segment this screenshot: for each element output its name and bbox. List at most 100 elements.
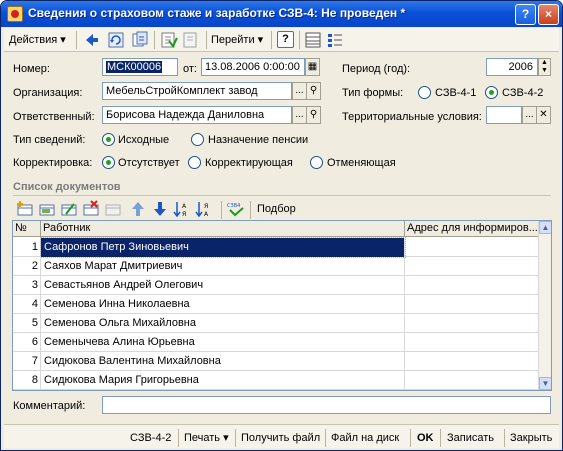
address-cell[interactable]	[405, 371, 539, 390]
address-cell[interactable]	[405, 352, 539, 371]
fill-szv4-icon[interactable]: СЗВ4	[227, 200, 245, 218]
comment-field[interactable]	[102, 396, 551, 414]
employee-cell[interactable]: Севастьянов Андрей Олегович	[41, 276, 405, 295]
table-scrollbar[interactable]: ▲ ▼	[538, 221, 551, 390]
print-menu[interactable]: Печать ▾	[184, 430, 229, 446]
form-type-option-2: СЗВ-4-2	[502, 87, 544, 99]
table-row[interactable]: 3 Севастьянов Андрей Олегович	[13, 276, 539, 295]
period-field[interactable]: 2006	[486, 58, 538, 76]
responsible-field[interactable]: Борисова Надежда Даниловна	[102, 106, 292, 124]
pick-button[interactable]: Подбор	[257, 203, 296, 215]
edit-row-icon[interactable]	[60, 200, 78, 218]
refresh-icon[interactable]	[107, 31, 125, 49]
save-button[interactable]: Записать	[447, 430, 494, 446]
end-edit-icon[interactable]	[104, 200, 122, 218]
copy-row-icon[interactable]	[38, 200, 56, 218]
scroll-down-icon[interactable]: ▼	[539, 377, 551, 390]
calendar-icon[interactable]: ▦	[305, 58, 320, 76]
territorial-field[interactable]	[486, 106, 522, 124]
title-close-button[interactable]: ×	[538, 4, 559, 25]
settings-list-icon[interactable]	[326, 31, 344, 49]
go-back-icon[interactable]	[83, 31, 101, 49]
info-type-label: Тип сведений:	[13, 134, 86, 146]
row-number-cell: 6	[13, 333, 41, 352]
row-number-cell: 1	[13, 238, 41, 257]
address-cell[interactable]	[405, 295, 539, 314]
title-help-button[interactable]: ?	[515, 4, 536, 25]
employee-cell[interactable]: Сидюкова Мария Григорьевна	[41, 371, 405, 390]
responsible-open-icon[interactable]: ⚲	[306, 106, 321, 124]
table-row[interactable]: 4 Семенова Инна Николаевна	[13, 295, 539, 314]
close-button[interactable]: Закрыть	[510, 430, 552, 446]
szv-print-button[interactable]: СЗВ-4-2	[130, 430, 171, 446]
move-down-icon[interactable]	[151, 200, 169, 218]
post-document-icon[interactable]	[160, 31, 178, 49]
help-button[interactable]: ?	[277, 31, 294, 48]
move-up-icon[interactable]	[129, 200, 147, 218]
form-type-radio-1[interactable]	[418, 86, 431, 99]
correction-option-1: Отсутствует	[118, 157, 180, 169]
address-cell[interactable]	[405, 333, 539, 352]
responsible-select-button[interactable]: ...	[292, 106, 307, 124]
organization-field[interactable]: МебельСтройКомплект завод	[102, 82, 292, 100]
info-type-radio-1[interactable]	[102, 133, 115, 146]
actions-menu[interactable]: Действия ▾	[9, 31, 66, 49]
address-cell[interactable]	[405, 276, 539, 295]
table-header: № Работник Адрес для информиров...	[13, 221, 539, 237]
correction-radio-2[interactable]	[188, 156, 201, 169]
period-spin-icon[interactable]: ▲ ▼	[538, 58, 551, 76]
correction-radio-1[interactable]	[102, 156, 115, 169]
employee-cell[interactable]: Сидюкова Валентина Михайловна	[41, 352, 405, 371]
employee-cell[interactable]: Семенова Инна Николаевна	[41, 295, 405, 314]
info-type-radio-2[interactable]	[191, 133, 204, 146]
address-cell[interactable]	[405, 314, 539, 333]
number-field[interactable]: МСК00006	[102, 58, 178, 76]
employee-cell[interactable]: Семенычева Алина Юрьевна	[41, 333, 405, 352]
get-file-button[interactable]: Получить файл	[241, 430, 320, 446]
date-field[interactable]: 13.08.2006 0:00:00	[201, 58, 305, 76]
copy-document-icon[interactable]	[131, 31, 149, 49]
table-row[interactable]: 5 Семенова Ольга Михайловна	[13, 314, 539, 333]
sort-descending-icon[interactable]: ЯA	[195, 200, 213, 218]
structure-icon[interactable]	[304, 31, 322, 49]
employee-cell[interactable]: Сидюкова Римма Вячеславовна	[41, 390, 405, 391]
territorial-select-button[interactable]: ...	[522, 106, 537, 124]
employee-cell[interactable]: Семенова Ольга Михайловна	[41, 314, 405, 333]
column-number-header[interactable]: №	[13, 221, 41, 237]
ok-button[interactable]: OK	[417, 430, 434, 446]
organization-open-icon[interactable]: ⚲	[306, 82, 321, 100]
toolbar-separator	[235, 429, 236, 447]
column-employee-header[interactable]: Работник	[41, 221, 405, 237]
toolbar-separator	[76, 31, 77, 49]
table-row[interactable]: 9Сидюкова Римма Вячеславовна	[13, 390, 539, 391]
table-row[interactable]: 7 Сидюкова Валентина Михайловна	[13, 352, 539, 371]
number-label: Номер:	[13, 63, 50, 75]
table-row[interactable]: 6 Семенычева Алина Юрьевна	[13, 333, 539, 352]
table-row[interactable]: 1 Сафронов Петр Зиновьевич	[13, 237, 539, 258]
file-to-disk-button[interactable]: Файл на диск	[331, 430, 399, 446]
territorial-clear-icon[interactable]: ✕	[536, 106, 551, 124]
responsible-label: Ответственный:	[13, 111, 95, 123]
add-row-icon[interactable]	[16, 200, 34, 218]
address-cell[interactable]	[405, 238, 539, 257]
scroll-up-icon[interactable]: ▲	[539, 221, 551, 234]
organization-label: Организация:	[13, 87, 83, 99]
unpost-document-icon[interactable]	[181, 31, 199, 49]
form-type-radio-2[interactable]	[485, 86, 498, 99]
address-cell[interactable]	[405, 390, 539, 391]
employee-cell[interactable]: Сафронов Петр Зиновьевич	[40, 237, 406, 258]
date-label: от:	[183, 63, 197, 75]
correction-radio-3[interactable]	[310, 156, 323, 169]
table-row[interactable]: 8 Сидюкова Мария Григорьевна	[13, 371, 539, 390]
employee-cell[interactable]: Саяхов Марат Дмитриевич	[41, 257, 405, 276]
table-row[interactable]: 2 Саяхов Марат Дмитриевич	[13, 257, 539, 276]
goto-menu[interactable]: Перейти ▾	[211, 31, 263, 49]
toolbar-separator	[271, 31, 272, 49]
organization-select-button[interactable]: ...	[292, 82, 307, 100]
territorial-label: Территориальные условия:	[342, 111, 482, 123]
sort-ascending-icon[interactable]: AЯ	[173, 200, 191, 218]
delete-row-icon[interactable]	[82, 200, 100, 218]
column-address-header[interactable]: Адрес для информиров...	[405, 221, 539, 237]
row-number-cell: 4	[13, 295, 41, 314]
address-cell[interactable]	[405, 257, 539, 276]
